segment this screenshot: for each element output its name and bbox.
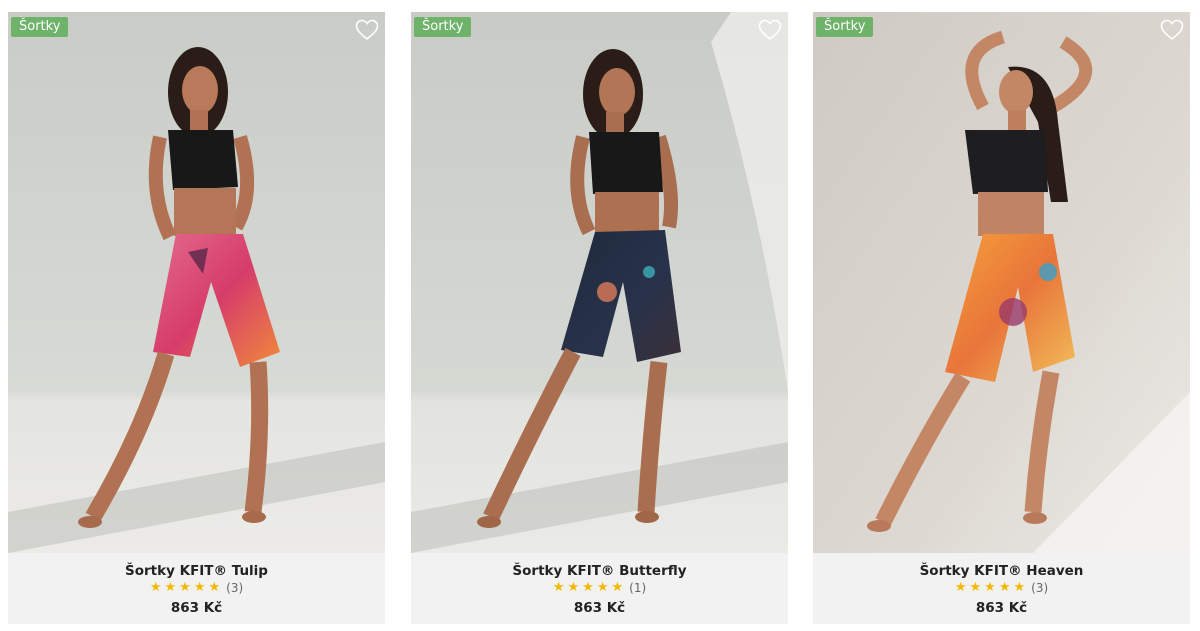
product-name[interactable]: Šortky KFIT® Heaven — [813, 563, 1190, 579]
category-badge[interactable]: Šortky — [11, 17, 69, 37]
product-image[interactable] — [411, 12, 788, 553]
heart-outline-icon[interactable] — [758, 19, 782, 41]
star-icon: ★ — [984, 580, 996, 595]
category-badge[interactable]: Šortky — [816, 17, 874, 37]
product-rating: ★ ★ ★ ★ ★ (1) — [411, 580, 788, 596]
product-rating: ★ ★ ★ ★ ★ (3) — [8, 580, 385, 596]
star-icon: ★ — [954, 580, 967, 595]
review-count: (3) — [226, 581, 244, 595]
star-icon: ★ — [552, 580, 565, 595]
product-price: 863 Kč — [975, 600, 1028, 616]
product-image[interactable] — [813, 12, 1190, 553]
product-price: 863 Kč — [170, 600, 223, 616]
review-count: (1) — [629, 581, 647, 595]
star-icon: ★ — [179, 580, 191, 595]
product-info: Šortky KFIT® Butterfly ★ ★ ★ ★ ★ (1) 863… — [411, 553, 788, 624]
star-icon: ★ — [969, 580, 982, 595]
product-name[interactable]: Šortky KFIT® Butterfly — [411, 563, 788, 579]
product-card[interactable]: Šortky Šortky KFIT® Butterfly ★ ★ ★ ★ ★ … — [411, 12, 788, 624]
star-icon: ★ — [611, 580, 624, 595]
category-badge[interactable]: Šortky — [414, 17, 472, 37]
product-image[interactable] — [8, 12, 385, 553]
star-icon: ★ — [567, 580, 580, 595]
review-count: (3) — [1031, 581, 1049, 595]
star-icon: ★ — [998, 580, 1011, 595]
product-price: 863 Kč — [573, 600, 626, 616]
star-icon: ★ — [1013, 580, 1026, 595]
product-rating: ★ ★ ★ ★ ★ (3) — [813, 580, 1190, 596]
product-card[interactable]: Šortky Šortky KFIT® Heaven ★ ★ ★ ★ ★ (3)… — [813, 12, 1190, 624]
star-icon: ★ — [193, 580, 206, 595]
star-icon: ★ — [582, 580, 594, 595]
heart-outline-icon[interactable] — [355, 19, 379, 41]
star-icon: ★ — [149, 580, 162, 595]
star-icon: ★ — [208, 580, 221, 595]
product-card[interactable]: Šortky Šortky KFIT® Tulip ★ ★ ★ ★ ★ (3) … — [8, 12, 385, 624]
heart-outline-icon[interactable] — [1160, 19, 1184, 41]
product-info: Šortky KFIT® Tulip ★ ★ ★ ★ ★ (3) 863 Kč — [8, 553, 385, 624]
star-icon: ★ — [164, 580, 177, 595]
product-grid: Šortky Šortky KFIT® Tulip ★ ★ ★ ★ ★ (3) … — [0, 0, 1200, 631]
star-icon: ★ — [596, 580, 609, 595]
product-info: Šortky KFIT® Heaven ★ ★ ★ ★ ★ (3) 863 Kč — [813, 553, 1190, 624]
product-name[interactable]: Šortky KFIT® Tulip — [8, 563, 385, 579]
